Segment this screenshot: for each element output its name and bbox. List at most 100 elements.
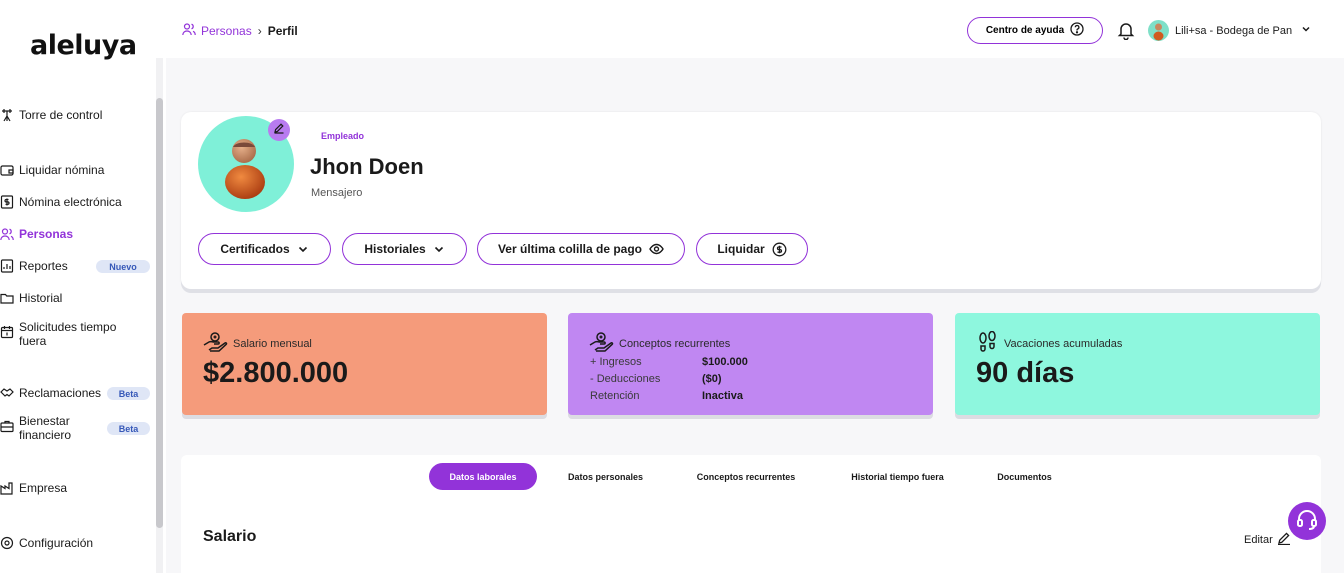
sidebar-item-liquidar-nomina[interactable]: Liquidar nómina (0, 163, 104, 177)
chevron-down-icon (433, 243, 445, 255)
dollar-doc-icon (0, 195, 14, 209)
vacation-value: 90 días (976, 357, 1075, 389)
sidebar-item-historial[interactable]: Historial (0, 291, 62, 305)
salary-card: Salario mensual $2.800.000 (182, 313, 547, 415)
deductions-label: - Deducciones (590, 373, 661, 385)
sidebar-item-label: Nómina electrónica (19, 195, 122, 209)
sidebar-item-reclamaciones[interactable]: Reclamaciones (0, 386, 101, 400)
recurring-concepts-card: Conceptos recurrentes + Ingresos $100.00… (568, 313, 933, 415)
edit-salary-button[interactable]: Editar (1244, 531, 1291, 548)
sidebar-item-label: Empresa (19, 481, 68, 495)
sidebar-item-nomina-electronica[interactable]: Nómina electrónica (0, 195, 122, 209)
edit-avatar-button[interactable] (268, 119, 290, 141)
role-tag: Empleado (321, 131, 365, 141)
histories-dropdown-button[interactable]: Historiales (342, 233, 467, 265)
chevron-down-icon (297, 243, 309, 255)
report-icon (0, 259, 14, 273)
vacation-title-label: Vacaciones acumuladas (1004, 337, 1123, 350)
sidebar-item-label: Configuración (19, 536, 94, 550)
support-chat-button[interactable] (1288, 502, 1326, 540)
last-payslip-label: Ver última colilla de pago (497, 242, 643, 256)
eye-icon (649, 243, 664, 255)
notifications-bell-icon[interactable] (1116, 20, 1136, 45)
sidebar-item-reportes[interactable]: Reportes (0, 259, 68, 273)
tab-historial-tiempo-fuera[interactable]: Historial tiempo fuera (834, 463, 961, 490)
chevron-down-icon (1301, 24, 1311, 37)
retention-label: Retención (590, 390, 640, 402)
breadcrumb: Personas › Perfil (182, 22, 298, 39)
deductions-value: ($0) (702, 373, 722, 385)
salary-value: $2.800.000 (203, 357, 349, 389)
edit-label: Editar (1244, 533, 1273, 546)
sidebar-item-label: Reportes (19, 259, 68, 273)
liquidar-button[interactable]: Liquidar (696, 233, 808, 265)
histories-label: Historiales (364, 242, 426, 256)
sidebar-item-label: Reclamaciones (19, 386, 102, 400)
breadcrumb-current: Perfil (267, 23, 298, 38)
avatar (1148, 20, 1169, 41)
sidebar-item-label: Historial (19, 291, 63, 305)
people-icon (182, 22, 196, 39)
last-payslip-button[interactable]: Ver última colilla de pago (477, 233, 685, 265)
hand-money-icon (203, 331, 233, 356)
sidebar-item-torre-de-control[interactable]: Torre de control (0, 108, 102, 122)
question-circle-icon (1070, 22, 1084, 39)
footprints-icon (976, 330, 1004, 356)
calendar-icon (0, 325, 14, 339)
sidebar-item-bienestar[interactable]: Bienestar financiero (0, 414, 100, 442)
hand-money-icon (589, 331, 619, 356)
tower-icon (0, 108, 14, 122)
sidebar-scrollbar[interactable] (156, 58, 163, 573)
certificates-label: Certificados (220, 242, 290, 256)
people-icon (0, 227, 14, 241)
headset-icon (1295, 507, 1319, 536)
wallet-icon (0, 163, 14, 177)
sidebar-scroll-thumb[interactable] (156, 98, 163, 528)
sidebar-item-solicitudes[interactable]: Solicitudes tiempo fuera (0, 320, 130, 348)
pencil-icon (1273, 531, 1291, 548)
retention-value: Inactiva (702, 390, 743, 402)
concepts-title-label: Conceptos recurrentes (619, 337, 731, 350)
app-logo[interactable]: aleluya (30, 30, 137, 61)
sidebar-item-label: Personas (19, 227, 74, 241)
sidebar-item-label: Torre de control (19, 108, 103, 122)
sidebar-item-personas[interactable]: Personas (0, 227, 73, 241)
beta-badge: Beta (107, 422, 150, 435)
employee-name: Jhon Doen (310, 154, 424, 179)
tab-documentos[interactable]: Documentos (982, 463, 1067, 490)
tab-datos-laborales[interactable]: Datos laborales (429, 463, 537, 490)
income-value: $100.000 (702, 356, 748, 368)
help-center-button[interactable]: Centro de ayuda (967, 17, 1103, 44)
tab-datos-personales[interactable]: Datos personales (553, 463, 658, 490)
liquidar-label: Liquidar (717, 242, 765, 256)
salary-card-title: Salario mensual (203, 331, 312, 356)
factory-icon (0, 481, 14, 495)
help-center-label: Centro de ayuda (985, 25, 1065, 36)
briefcase-icon (0, 419, 14, 433)
pencil-icon (273, 121, 285, 139)
breadcrumb-separator: › (257, 23, 262, 38)
gear-icon (0, 536, 14, 550)
employee-job-title: Mensajero (311, 187, 363, 199)
salary-section-title: Salario (203, 528, 257, 545)
sidebar-item-label: Solicitudes tiempo fuera (19, 320, 117, 348)
user-label: Lili+sa - Bodega de Pan (1175, 24, 1293, 37)
user-menu[interactable]: Lili+sa - Bodega de Pan (1148, 20, 1311, 41)
sidebar-item-label: Bienestar financiero (19, 414, 72, 442)
vacation-card-title: Vacaciones acumuladas (976, 330, 1123, 356)
certificates-dropdown-button[interactable]: Certificados (198, 233, 331, 265)
sidebar-item-empresa[interactable]: Empresa (0, 481, 67, 495)
tab-conceptos-recurrentes[interactable]: Conceptos recurrentes (680, 463, 812, 490)
beta-badge: Beta (107, 387, 150, 400)
new-badge: Nuevo (96, 260, 150, 273)
vacation-card: Vacaciones acumuladas 90 días (955, 313, 1320, 415)
dollar-circle-icon (772, 242, 787, 257)
breadcrumb-personas-link[interactable]: Personas (201, 24, 252, 38)
sidebar-item-configuracion[interactable]: Configuración (0, 536, 93, 550)
sidebar-item-label: Liquidar nómina (19, 163, 105, 177)
salary-title-label: Salario mensual (233, 337, 312, 350)
folder-icon (0, 291, 14, 305)
income-label: + Ingresos (590, 356, 642, 368)
handshake-icon (0, 386, 14, 400)
recurring-concepts-title: Conceptos recurrentes (589, 331, 730, 356)
